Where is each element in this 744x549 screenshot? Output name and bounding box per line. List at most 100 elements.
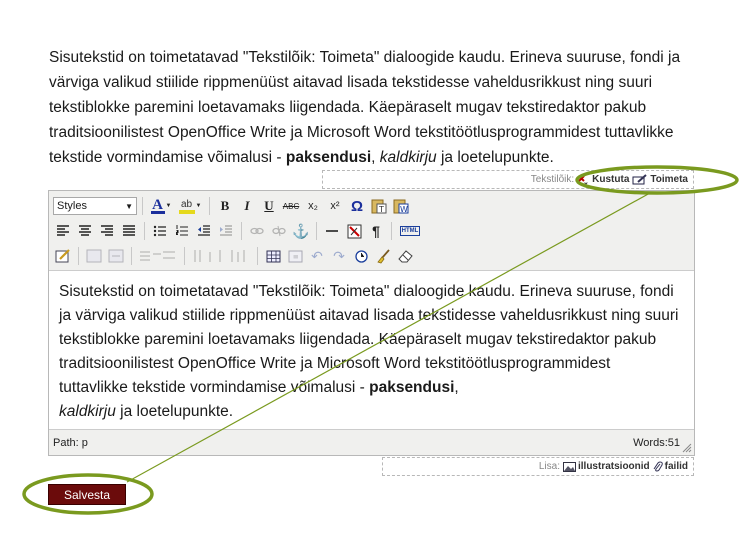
toolbar-separator xyxy=(78,247,79,265)
paste-text-button[interactable]: T xyxy=(369,196,389,216)
paragraph-controls-label: Tekstilõik: xyxy=(530,174,575,185)
editor-content-area[interactable]: Sisutekstid on toimetatavad "Tekstilõik:… xyxy=(49,270,694,430)
unlink-button[interactable] xyxy=(269,221,289,241)
anchor-icon: ⚓ xyxy=(292,222,310,239)
editor-italic-word: kaldkirju xyxy=(59,403,116,420)
toolbar-separator xyxy=(142,197,143,215)
add-controls-label: Lisa: xyxy=(538,461,560,472)
undo-button[interactable]: ↶ xyxy=(307,246,327,266)
image-icon xyxy=(562,461,576,472)
highlight-button[interactable]: ab ▼ xyxy=(176,196,204,216)
edit-link[interactable]: Toimeta xyxy=(632,173,688,186)
save-button[interactable]: Salvesta xyxy=(48,484,126,505)
add-controls: Lisa: illustratsioonid failid xyxy=(382,457,694,476)
intro-comma: , xyxy=(371,149,380,166)
link-button[interactable] xyxy=(247,221,267,241)
intro-bold-word: paksendusi xyxy=(285,149,372,166)
outdent-button[interactable] xyxy=(194,221,214,241)
intro-paragraph: Sisutekstid on toimetatavad "Tekstilõik:… xyxy=(49,45,704,170)
layer-move-icon xyxy=(108,249,124,263)
numbered-list-icon xyxy=(176,225,188,236)
cleanup-button[interactable] xyxy=(373,246,393,266)
resize-handle-icon[interactable] xyxy=(682,443,692,453)
align-right-button[interactable] xyxy=(97,221,117,241)
show-blocks-button[interactable]: ¶ xyxy=(366,221,386,241)
word-count: Words:51 xyxy=(633,437,680,449)
subscript-icon: x₂ xyxy=(308,200,318,212)
align-justify-button[interactable] xyxy=(119,221,139,241)
editor-bold-word: paksendusi xyxy=(369,379,455,396)
intro-italic-word: kaldkirju xyxy=(379,149,437,166)
subscript-button[interactable]: x₂ xyxy=(303,196,323,216)
cell-properties-button[interactable] xyxy=(285,246,305,266)
element-path: Path: p xyxy=(53,437,88,449)
highlight-icon: ab xyxy=(178,199,195,214)
remove-format-button[interactable] xyxy=(344,221,364,241)
eraser-button[interactable] xyxy=(395,246,415,266)
styles-select[interactable]: Styles ▼ xyxy=(53,197,137,215)
unlink-icon xyxy=(272,225,286,237)
move-layer-button[interactable] xyxy=(106,246,126,266)
intro-text-end: ja loetelupunkte. xyxy=(436,149,554,166)
edit-properties-icon xyxy=(55,249,70,263)
pilcrow-icon: ¶ xyxy=(372,223,380,239)
delete-icon: x xyxy=(578,174,588,186)
editor-paragraph[interactable]: Sisutekstid on toimetatavad "Tekstilõik:… xyxy=(59,280,679,424)
horizontal-rule-button[interactable] xyxy=(322,221,342,241)
bold-icon: B xyxy=(220,198,230,213)
underline-icon: U xyxy=(264,198,274,213)
date-time-button[interactable] xyxy=(351,246,371,266)
chevron-down-icon: ▼ xyxy=(125,201,133,211)
outdent-icon xyxy=(198,225,210,236)
anchor-button[interactable]: ⚓ xyxy=(291,221,311,241)
remove-format-icon xyxy=(347,224,361,238)
italic-button[interactable]: I xyxy=(237,196,257,216)
underline-button[interactable]: U xyxy=(259,196,279,216)
align-left-button[interactable] xyxy=(53,221,73,241)
toolbar-separator xyxy=(209,197,210,215)
svg-text:T: T xyxy=(378,205,384,214)
bold-button[interactable]: B xyxy=(215,196,235,216)
editor-comma: , xyxy=(454,379,459,396)
paste-word-button[interactable]: W xyxy=(391,196,411,216)
delete-link[interactable]: x Kustuta xyxy=(577,174,629,186)
italic-icon: I xyxy=(244,198,250,213)
numbered-list-button[interactable] xyxy=(172,221,192,241)
table-column-button[interactable] xyxy=(190,246,252,266)
table-column-icon xyxy=(194,250,245,262)
add-illustrations-link[interactable]: illustratsioonid xyxy=(562,461,650,472)
align-center-button[interactable] xyxy=(75,221,95,241)
delete-link-label: Kustuta xyxy=(592,174,630,185)
html-source-button[interactable]: HTML xyxy=(397,221,423,241)
add-files-link[interactable]: failid xyxy=(653,460,688,473)
html-source-icon: HTML xyxy=(399,226,421,236)
strikethrough-button[interactable]: ABC xyxy=(281,196,301,216)
table-button[interactable] xyxy=(263,246,283,266)
superscript-button[interactable]: x² xyxy=(325,196,345,216)
paragraph-controls: Tekstilõik: x Kustuta Toimeta xyxy=(322,170,694,189)
align-center-icon xyxy=(79,225,91,236)
bullet-list-icon xyxy=(153,225,166,237)
indent-button[interactable] xyxy=(216,221,236,241)
bullet-list-button[interactable] xyxy=(150,221,170,241)
add-files-label: failid xyxy=(664,461,688,472)
toolbar-separator xyxy=(131,247,132,265)
toolbar-separator xyxy=(257,247,258,265)
editor-text-end: ja loetelupunkte. xyxy=(115,403,234,420)
align-justify-icon xyxy=(123,225,135,236)
cell-properties-icon xyxy=(288,250,302,262)
insert-layer-button[interactable] xyxy=(84,246,104,266)
toolbar-row-2: ⚓ ¶ HTML xyxy=(53,220,690,242)
table-row-button[interactable] xyxy=(137,246,179,266)
redo-button[interactable]: ↷ xyxy=(329,246,349,266)
edit-icon xyxy=(632,173,648,184)
font-color-button[interactable]: A ▼ xyxy=(148,196,174,216)
font-color-icon: A xyxy=(150,196,165,214)
strikethrough-icon: ABC xyxy=(282,201,300,211)
edit-properties-button[interactable] xyxy=(53,246,73,266)
link-icon xyxy=(250,227,264,235)
toolbar-separator xyxy=(241,222,242,240)
toolbar-separator xyxy=(184,247,185,265)
clock-icon xyxy=(354,249,368,263)
special-character-button[interactable]: Ω xyxy=(347,196,367,216)
